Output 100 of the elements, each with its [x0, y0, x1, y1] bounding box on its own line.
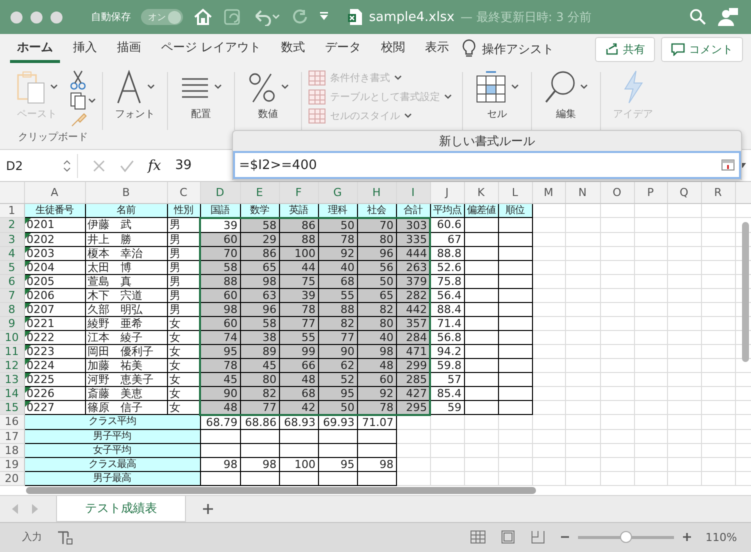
row-header[interactable]: 4 — [0, 246, 24, 260]
row-header[interactable]: 7 — [0, 288, 24, 302]
column-header[interactable]: E — [240, 182, 279, 203]
ribbon-button-label[interactable]: 数値 — [258, 107, 278, 121]
row-header[interactable]: 20 — [0, 471, 24, 485]
minimize-icon[interactable] — [30, 10, 43, 24]
row-header[interactable]: 9 — [0, 316, 24, 330]
column-header[interactable]: K — [464, 182, 498, 203]
ribbon-tab[interactable]: データ — [318, 35, 368, 63]
share-button[interactable]: 共有 — [595, 36, 655, 62]
row-header[interactable]: 16 — [0, 414, 24, 429]
error-indicator-icon[interactable] — [25, 387, 30, 392]
error-indicator-icon[interactable] — [25, 373, 30, 378]
ribbon-button-label[interactable]: セル — [487, 107, 507, 121]
column-header[interactable]: J — [430, 182, 464, 203]
error-indicator-icon[interactable] — [25, 275, 30, 280]
ribbon-button-label[interactable]: 編集 — [556, 107, 576, 121]
home-icon[interactable] — [193, 8, 213, 26]
row-header[interactable]: 10 — [0, 330, 24, 344]
row-header[interactable]: 5 — [0, 260, 24, 274]
column-header[interactable]: Q — [667, 182, 701, 203]
zoom-icon[interactable] — [50, 10, 63, 24]
error-indicator-icon[interactable] — [25, 400, 30, 406]
page-layout-icon[interactable] — [500, 530, 516, 544]
zoom-slider-thumb[interactable] — [620, 531, 632, 544]
close-icon[interactable] — [10, 10, 23, 24]
stepper-icon[interactable] — [63, 158, 71, 172]
search-icon[interactable] — [689, 8, 707, 26]
column-header[interactable]: D — [200, 182, 240, 203]
column-header[interactable]: A — [24, 182, 85, 203]
column-header[interactable]: M — [532, 182, 565, 203]
sheet-tab[interactable]: テスト成績表 — [56, 496, 186, 522]
collapse-dialog-icon[interactable] — [721, 159, 735, 171]
formula-field[interactable]: 39 — [175, 158, 192, 173]
ribbon-tab[interactable]: 数式 — [274, 35, 312, 63]
insert-function-button[interactable]: fx — [148, 158, 162, 174]
comment-button[interactable]: コメント — [661, 36, 743, 62]
cell-style-icon[interactable] — [308, 108, 326, 124]
lightbulb-icon[interactable] — [462, 39, 476, 59]
ribbon-tab[interactable]: 描画 — [110, 35, 148, 63]
error-indicator-icon[interactable] — [25, 261, 30, 266]
magnifier-icon[interactable] — [544, 70, 576, 104]
column-header[interactable]: L — [498, 182, 532, 203]
error-indicator-icon[interactable] — [25, 233, 30, 238]
copy-icon[interactable] — [70, 92, 96, 110]
column-header[interactable]: G — [318, 182, 357, 203]
ribbon-tab[interactable]: 挿入 — [66, 35, 104, 63]
row-header[interactable]: 15 — [0, 400, 24, 414]
column-header[interactable]: B — [85, 182, 167, 203]
column-header[interactable]: C — [167, 182, 200, 203]
vertical-scrollbar[interactable] — [742, 222, 749, 362]
ribbon-tab[interactable]: ページ レイアウト — [154, 35, 268, 63]
formula-input-field[interactable]: =$I2>=400 — [233, 151, 741, 179]
error-indicator-icon[interactable] — [25, 345, 30, 350]
error-indicator-icon[interactable] — [25, 289, 30, 294]
row-header[interactable]: 2 — [0, 218, 24, 232]
error-indicator-icon[interactable] — [25, 317, 30, 322]
row-header[interactable]: 12 — [0, 358, 24, 372]
row-header[interactable]: 17 — [0, 429, 24, 443]
column-header[interactable]: F — [279, 182, 318, 203]
column-header[interactable]: I — [396, 182, 430, 203]
normal-view-icon[interactable] — [470, 530, 486, 544]
check-icon[interactable] — [120, 158, 134, 172]
column-header[interactable]: H — [357, 182, 396, 203]
error-indicator-icon[interactable] — [25, 331, 30, 336]
horizontal-scrollbar[interactable] — [26, 486, 536, 494]
row-header[interactable]: 19 — [0, 457, 24, 471]
add-sheet-icon[interactable] — [202, 502, 214, 514]
row-header[interactable]: 14 — [0, 386, 24, 400]
column-header[interactable]: P — [634, 182, 667, 203]
ribbon-tab[interactable]: 表示 — [418, 35, 456, 63]
row-header[interactable]: 13 — [0, 372, 24, 386]
error-indicator-icon[interactable] — [25, 359, 30, 364]
macro-record-icon[interactable] — [56, 529, 74, 546]
row-header[interactable]: 6 — [0, 274, 24, 288]
person-icon[interactable] — [717, 7, 739, 27]
scissors-icon[interactable] — [70, 70, 86, 90]
table-grid-icon[interactable] — [475, 70, 507, 104]
row-header[interactable]: 8 — [0, 302, 24, 316]
row-header[interactable]: 1 — [0, 203, 24, 218]
ribbon-button-label[interactable]: 配置 — [191, 107, 211, 121]
name-box[interactable]: D2 — [0, 154, 78, 178]
ribbon-tab[interactable]: 校閲 — [374, 35, 412, 63]
font-letter-icon[interactable] — [115, 70, 143, 104]
table-cell: 0222 — [24, 330, 85, 344]
error-indicator-icon[interactable] — [25, 218, 30, 224]
ribbon-button-label[interactable]: フォント — [115, 107, 155, 121]
row-header[interactable]: 3 — [0, 232, 24, 246]
tell-me-text[interactable]: 操作アシスト — [482, 40, 554, 58]
page-break-icon[interactable] — [530, 530, 546, 544]
column-header[interactable]: O — [600, 182, 634, 203]
undo-icon[interactable] — [253, 8, 281, 26]
clipboard-icon[interactable] — [16, 70, 46, 104]
error-indicator-icon[interactable] — [25, 303, 30, 308]
error-indicator-icon[interactable] — [25, 247, 30, 252]
row-header[interactable]: 11 — [0, 344, 24, 358]
row-header[interactable]: 18 — [0, 443, 24, 457]
zoom-in-icon[interactable] — [682, 532, 692, 542]
column-header[interactable]: R — [701, 182, 735, 203]
column-header[interactable]: N — [565, 182, 600, 203]
